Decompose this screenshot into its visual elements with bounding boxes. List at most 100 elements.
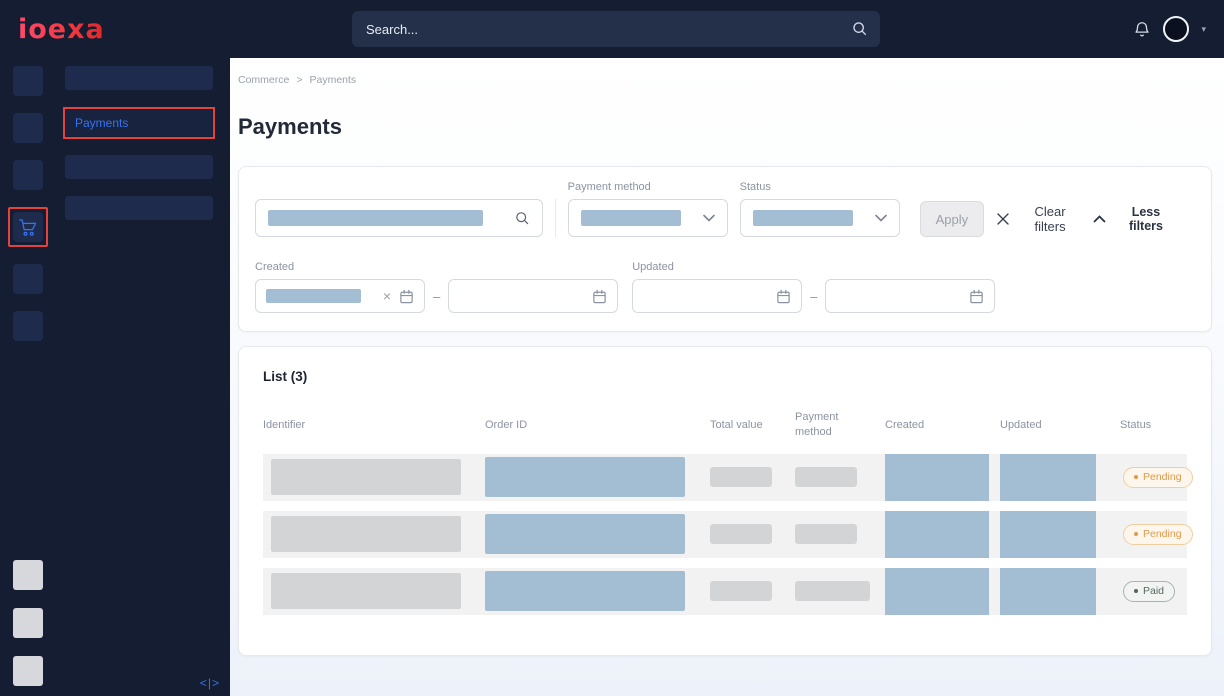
table-row[interactable]: Paid — [263, 568, 1187, 615]
status-badge: Pending — [1123, 467, 1193, 488]
filters-row-1: Payment method Status — [255, 181, 1195, 237]
updated-placeholder — [1000, 568, 1096, 615]
calendar-icon[interactable] — [592, 289, 607, 304]
payment-method-placeholder — [795, 467, 857, 487]
identifier-placeholder — [271, 459, 461, 495]
sidebar-item-4[interactable] — [65, 196, 213, 220]
search-icon — [851, 20, 868, 37]
total-value-placeholder — [710, 524, 772, 544]
chevron-down-icon — [703, 214, 715, 222]
payments-list-card: List (3) Identifier Order ID Total value… — [238, 346, 1212, 656]
clear-filters-label: Clear filters — [1019, 204, 1081, 234]
status-dot-icon — [1134, 589, 1138, 593]
sidebar-item-3[interactable] — [65, 155, 213, 179]
sidebar-item-payments-active[interactable]: Payments — [63, 107, 215, 139]
status-filter-group: Status — [740, 181, 900, 237]
less-filters-label: Less filters — [1115, 205, 1177, 233]
rail-nav-item-2[interactable] — [13, 113, 43, 143]
updated-from-date-input[interactable] — [632, 279, 802, 313]
status-dot-icon — [1134, 475, 1138, 479]
table-header-row: Identifier Order ID Total value Payment … — [263, 410, 1187, 440]
search-icon — [514, 210, 530, 226]
status-value-placeholder — [753, 210, 853, 226]
chevron-up-icon — [1093, 215, 1106, 223]
rail-nav-item-1[interactable] — [13, 66, 43, 96]
col-header-order-id: Order ID — [485, 419, 710, 431]
status-select[interactable] — [740, 199, 900, 237]
filter-search-input[interactable] — [255, 199, 543, 237]
sidebar-item-1[interactable] — [65, 66, 213, 90]
close-icon — [996, 212, 1010, 226]
rail-nav-item-3[interactable] — [13, 160, 43, 190]
calendar-icon[interactable] — [776, 289, 791, 304]
updated-label: Updated — [632, 261, 995, 273]
user-menu-caret-icon[interactable]: ▾ — [1201, 25, 1206, 34]
col-header-updated: Updated — [1000, 419, 1120, 431]
col-header-identifier: Identifier — [263, 419, 485, 431]
payment-method-select[interactable] — [568, 199, 728, 237]
user-avatar[interactable] — [1163, 16, 1189, 42]
notifications-bell-icon[interactable] — [1133, 20, 1151, 39]
app-root: ioexa ▾ — [0, 0, 1224, 696]
less-filters-button[interactable]: Less filters — [1093, 201, 1177, 237]
identifier-placeholder — [271, 516, 461, 552]
created-placeholder — [885, 454, 989, 501]
table-row[interactable]: Pending — [263, 511, 1187, 558]
filters-card: Payment method Status — [238, 166, 1212, 332]
filter-search-value-placeholder — [268, 210, 483, 226]
updated-date-group: Updated – — [632, 261, 995, 313]
breadcrumb-commerce[interactable]: Commerce — [238, 74, 289, 86]
created-date-range: × – — [255, 279, 618, 313]
breadcrumb-payments: Payments — [309, 74, 356, 86]
payment-method-placeholder — [795, 581, 870, 601]
created-from-date-input[interactable]: × — [255, 279, 425, 313]
status-dot-icon — [1134, 532, 1138, 536]
rail-nav-item-commerce-active[interactable] — [8, 207, 48, 247]
chevron-down-icon — [875, 214, 887, 222]
global-search — [352, 11, 880, 47]
clear-date-icon[interactable]: × — [383, 289, 391, 303]
updated-to-date-input[interactable] — [825, 279, 995, 313]
rail-bottom-item-1[interactable] — [13, 560, 43, 590]
rail-bottom-item-2[interactable] — [13, 608, 43, 638]
created-from-value-placeholder — [266, 289, 361, 303]
updated-placeholder — [1000, 511, 1096, 558]
date-range-dash: – — [433, 289, 440, 304]
col-header-created: Created — [885, 419, 1000, 431]
rail-bottom-item-3[interactable] — [13, 656, 43, 686]
rail-nav-item-5[interactable] — [13, 264, 43, 294]
status-label: Status — [740, 181, 900, 193]
breadcrumb-separator: > — [296, 74, 302, 86]
calendar-icon[interactable] — [399, 289, 414, 304]
clear-filters-button[interactable]: Clear filters — [996, 201, 1081, 237]
app-shell: Payments <|> Commerce > Payments Payment… — [0, 58, 1224, 696]
total-value-placeholder — [710, 467, 772, 487]
list-title: List (3) — [263, 369, 1187, 384]
created-placeholder — [885, 568, 989, 615]
updated-date-range: – — [632, 279, 995, 313]
identifier-placeholder — [271, 573, 461, 609]
payment-method-value-placeholder — [581, 210, 681, 226]
payment-method-placeholder — [795, 524, 857, 544]
created-to-date-input[interactable] — [448, 279, 618, 313]
app-logo[interactable]: ioexa — [18, 14, 105, 45]
calendar-icon[interactable] — [969, 289, 984, 304]
topbar-actions: ▾ — [1133, 16, 1206, 42]
status-badge: Paid — [1123, 581, 1175, 602]
table-row[interactable]: Pending — [263, 454, 1187, 501]
global-search-input[interactable] — [352, 11, 880, 47]
col-header-total-value: Total value — [710, 419, 795, 431]
icon-rail — [0, 58, 55, 696]
rail-nav-item-6[interactable] — [13, 311, 43, 341]
panel-collapse-icon[interactable]: <|> — [200, 676, 220, 690]
status-badge: Pending — [1123, 524, 1193, 545]
sidebar-panel: Payments <|> — [55, 58, 230, 696]
order-id-placeholder — [485, 571, 685, 611]
filters-divider — [555, 199, 556, 237]
payment-method-filter-group: Payment method — [568, 181, 728, 237]
apply-button[interactable]: Apply — [920, 201, 985, 237]
sidebar-item-payments-label: Payments — [66, 110, 212, 136]
total-value-placeholder — [710, 581, 772, 601]
created-placeholder — [885, 511, 989, 558]
created-date-group: Created × — [255, 261, 618, 313]
